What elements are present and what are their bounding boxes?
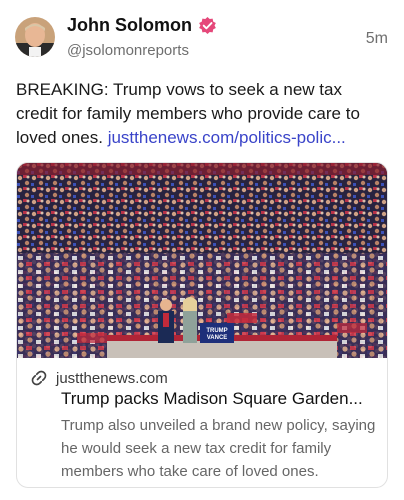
post-body: BREAKING: Trump vows to seek a new tax c… xyxy=(16,78,388,150)
podium-sign-line1: TRUMP xyxy=(206,328,227,334)
rally-figure-right xyxy=(183,297,197,343)
avatar-image xyxy=(15,17,55,57)
link-preview-card[interactable]: TRUMP VANCE justthenews.com Trump packs … xyxy=(16,162,388,488)
author-name[interactable]: John Solomon xyxy=(67,15,192,36)
link-domain: justthenews.com xyxy=(56,369,168,387)
link-title[interactable]: Trump packs Madison Square Garden... xyxy=(61,389,379,409)
link-description: Trump also unveiled a brand new policy, … xyxy=(61,417,376,480)
author-avatar[interactable] xyxy=(15,17,55,57)
rally-photo: TRUMP VANCE xyxy=(17,163,387,358)
link-icon xyxy=(30,369,48,387)
author-name-row: John Solomon xyxy=(67,15,217,36)
podium: TRUMP VANCE xyxy=(200,323,234,343)
link-domain-row: justthenews.com xyxy=(30,369,168,387)
author-handle[interactable]: @jsolomonreports xyxy=(67,42,189,59)
podium-sign-line2: VANCE xyxy=(207,335,228,341)
verified-badge-icon xyxy=(198,16,217,35)
post-timestamp[interactable]: 5m xyxy=(366,30,388,48)
post-link[interactable]: justthenews.com/politics-polic... xyxy=(108,128,346,147)
rally-figure-left xyxy=(158,299,174,343)
social-post: John Solomon @jsolomonreports 5m BREAKIN… xyxy=(0,0,404,500)
